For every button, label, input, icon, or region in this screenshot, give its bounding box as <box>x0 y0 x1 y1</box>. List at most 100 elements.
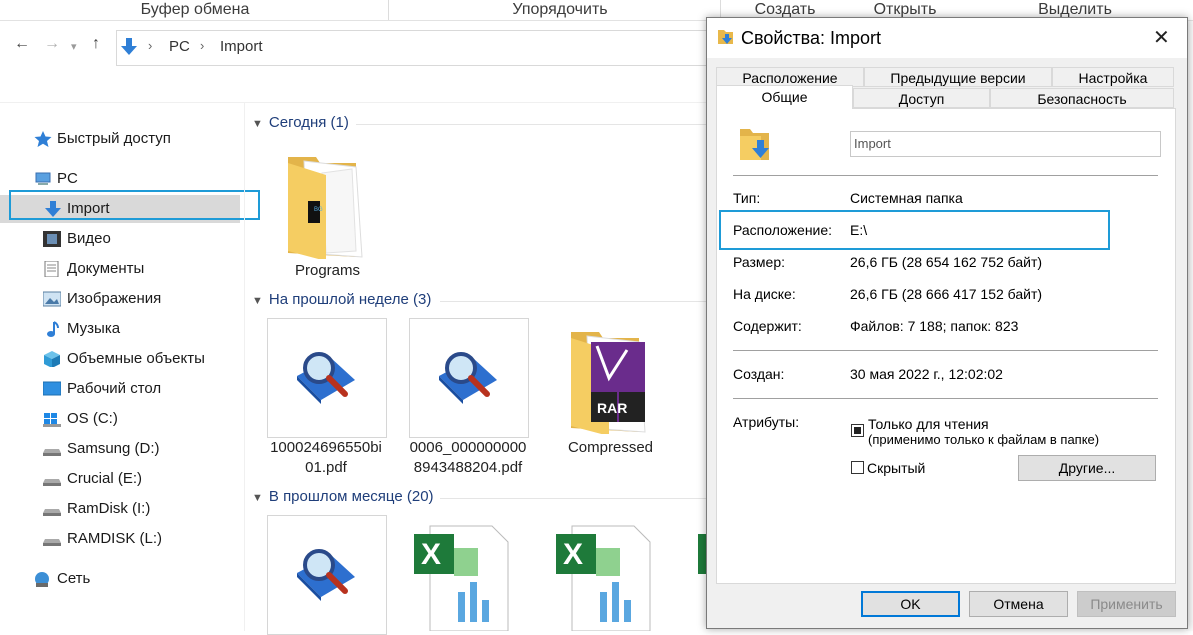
hidden-label: Скрытый <box>867 460 926 476</box>
folder-tile-compressed[interactable]: RAR Compressed <box>553 320 668 465</box>
music-note-icon <box>47 321 59 337</box>
sidebar-item-drive-e[interactable]: Crucial (E:) <box>0 465 240 493</box>
sidebar-item-drive-i[interactable]: RamDisk (I:) <box>0 495 240 523</box>
navigation-pane: Быстрый доступ PC Import Видео Документы… <box>0 103 244 631</box>
chevron-down-icon[interactable]: ▾ <box>71 40 77 53</box>
sidebar-item-label: Быстрый доступ <box>57 130 171 147</box>
tab-previous-versions[interactable]: Предыдущие версии <box>864 67 1052 87</box>
readonly-checkbox[interactable] <box>851 424 864 437</box>
breadcrumb-pc[interactable]: PC <box>169 38 190 55</box>
file-name: Programs <box>294 262 361 279</box>
folder-name-field[interactable]: Import <box>850 131 1161 157</box>
breadcrumb-chevron: › <box>148 38 153 53</box>
sidebar-item-label: Изображения <box>67 290 162 307</box>
import-highlight-frame <box>9 190 260 220</box>
checkbox-fill <box>854 427 861 434</box>
group-header-last-month[interactable]: ▼ В прошлом месяце (20) <box>252 488 434 505</box>
sidebar-item-quick-access[interactable]: Быстрый доступ <box>0 125 240 153</box>
size-label: Размер: <box>733 254 786 270</box>
apply-button[interactable]: Применить <box>1077 591 1176 617</box>
sidebar-item-drive-l[interactable]: RAMDISK (L:) <box>0 525 240 553</box>
tab-sharing[interactable]: Доступ <box>853 88 990 108</box>
group-header-last-week[interactable]: ▼ На прошлой неделе (3) <box>252 291 431 308</box>
arrow-left-icon[interactable]: ← <box>14 35 30 53</box>
type-label: Тип: <box>733 190 761 206</box>
tab-security[interactable]: Безопасность <box>990 88 1174 108</box>
dialog-title: Свойства: Import <box>741 28 882 48</box>
arrow-up-icon[interactable]: ↑ <box>92 35 100 53</box>
separator <box>733 350 1158 351</box>
sidebar-item-documents[interactable]: Документы <box>0 255 240 283</box>
tab-location[interactable]: Расположение <box>716 67 864 87</box>
type-value: Системная папка <box>850 190 963 206</box>
sidebar-item-drive-c[interactable]: OS (C:) <box>0 405 240 433</box>
folder-icon <box>571 332 646 434</box>
breadcrumb-chevron: › <box>200 38 205 53</box>
advanced-button[interactable]: Другие... <box>1018 455 1156 481</box>
sidebar-item-video[interactable]: Видео <box>0 225 240 253</box>
general-tab-panel <box>716 108 1176 584</box>
drive-icon <box>43 449 61 456</box>
dialog-title-bar[interactable]: Свойства: Import ✕ <box>707 18 1187 58</box>
sidebar-item-pc[interactable]: PC <box>0 165 240 193</box>
ribbon-group-organize[interactable]: Упорядочить <box>470 0 650 20</box>
contains-label: Содержит: <box>733 318 802 334</box>
separator <box>733 398 1158 399</box>
sidebar-item-label: Видео <box>67 230 111 247</box>
file-tile-pdf-3[interactable] <box>267 515 387 635</box>
folder-tile-programs[interactable]: BG Programs <box>270 145 385 285</box>
svg-text:X: X <box>421 538 441 571</box>
magnifier-document-icon <box>439 352 497 404</box>
tab-general[interactable]: Общие <box>716 85 853 109</box>
sidebar-item-drive-d[interactable]: Samsung (D:) <box>0 435 240 463</box>
group-title: Сегодня (1) <box>268 114 349 131</box>
ok-button[interactable]: OK <box>861 591 960 617</box>
created-label: Создан: <box>733 366 785 382</box>
cancel-button[interactable]: Отмена <box>969 591 1068 617</box>
location-highlight-frame <box>719 210 1110 250</box>
properties-dialog: Свойства: Import ✕ Расположение Предыдущ… <box>706 17 1188 629</box>
size-value: 26,6 ГБ (28 654 162 752 байт) <box>850 254 1043 270</box>
sidebar-item-network[interactable]: Сеть <box>0 565 240 593</box>
folder-download-icon <box>718 30 733 44</box>
sidebar-item-music[interactable]: Музыка <box>0 315 240 343</box>
size-on-disk-value: 26,6 ГБ (28 666 417 152 байт) <box>850 286 1043 302</box>
sidebar-item-label: RAMDISK (L:) <box>67 530 163 547</box>
tab-customize[interactable]: Настройка <box>1052 67 1174 87</box>
chevron-down-icon: ▼ <box>252 492 263 504</box>
group-divider <box>440 301 706 302</box>
ribbon-group-clipboard[interactable]: Буфер обмена <box>90 0 300 20</box>
sidebar-item-label: Samsung (D:) <box>67 440 160 457</box>
document-icon <box>44 261 59 277</box>
sidebar-item-label: Сеть <box>57 570 91 587</box>
sidebar-item-label: OS (C:) <box>67 410 118 427</box>
file-name: 100024696550bi 01.pdf <box>270 439 382 476</box>
svg-text:X: X <box>563 538 583 571</box>
breadcrumb-import[interactable]: Import <box>220 38 263 55</box>
group-header-today[interactable]: ▼ Сегодня (1) <box>252 114 349 131</box>
group-divider <box>440 498 706 499</box>
address-bar[interactable] <box>116 30 717 66</box>
file-tile-pdf-1[interactable]: 100024696550bi 01.pdf <box>267 318 387 488</box>
close-icon[interactable]: ✕ <box>1153 25 1170 50</box>
badge-bg: BG <box>314 207 323 213</box>
film-icon <box>43 231 61 247</box>
folder-icon <box>288 157 363 259</box>
sidebar-item-pictures[interactable]: Изображения <box>0 285 240 313</box>
sidebar-item-label: Crucial (E:) <box>67 470 143 487</box>
sidebar-item-3d-objects[interactable]: Объемные объекты <box>0 345 240 373</box>
sidebar-item-label: RamDisk (I:) <box>67 500 151 517</box>
arrow-right-icon[interactable]: → <box>44 35 60 53</box>
excel-file-icon: X <box>556 525 651 631</box>
sidebar-item-label: Объемные объекты <box>67 350 205 367</box>
sidebar-item-desktop[interactable]: Рабочий стол <box>0 375 240 403</box>
picture-icon <box>43 291 61 307</box>
hidden-checkbox[interactable] <box>851 461 864 474</box>
file-tile-pdf-2[interactable]: 0006_000000000 8943488204.pdf <box>409 318 529 488</box>
magnifier-document-icon <box>297 352 355 404</box>
download-arrow-icon <box>121 38 137 55</box>
ribbon-separator <box>388 0 389 20</box>
group-title: На прошлой неделе (3) <box>268 291 432 308</box>
chevron-down-icon: ▼ <box>252 118 263 130</box>
badge-rar: RAR <box>597 400 628 416</box>
